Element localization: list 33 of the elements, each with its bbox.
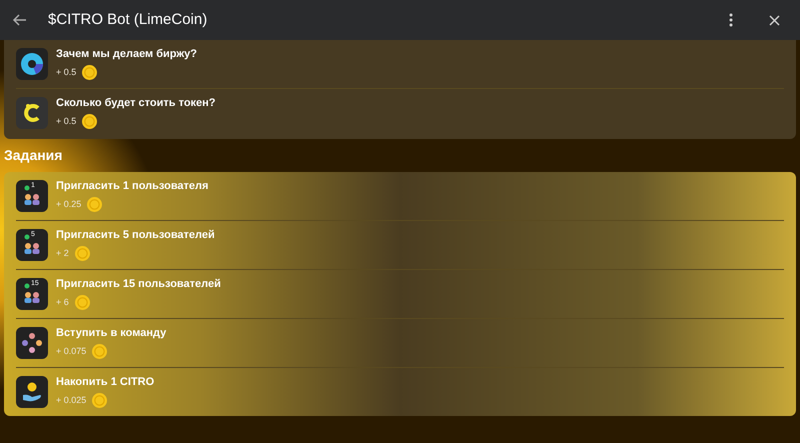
reward-amount: + 6: [56, 296, 69, 309]
invite-people-icon: [16, 229, 48, 261]
coin-icon: [82, 64, 98, 80]
coin-icon: [92, 344, 108, 359]
task-title: Пригласить 15 пользователей: [56, 278, 221, 292]
task-title: Пригласить 5 пользователей: [56, 229, 215, 243]
reward-amount: + 0.025: [56, 394, 86, 407]
coin-icon: [82, 114, 98, 129]
task-title: Пригласить 1 пользователя: [56, 180, 208, 194]
invite-people-icon: [16, 180, 48, 212]
reward-amount: + 0.075: [56, 344, 86, 358]
task-title: Сколько будет стоить токен?: [56, 97, 216, 111]
coin-in-hand-icon: [16, 376, 48, 408]
coin-icon: [74, 294, 90, 310]
reward-amount: + 0.5: [56, 66, 76, 79]
invite-people-icon: [16, 278, 48, 310]
reward-amount: + 0.5: [56, 114, 76, 128]
task-title: Вступить в команду: [56, 327, 166, 341]
task-title: Зачем мы делаем биржу?: [56, 48, 198, 62]
team-icon: [16, 327, 48, 359]
section-title: Задания: [4, 146, 64, 165]
letter-c-logo-icon: [16, 97, 48, 129]
coin-icon: [87, 196, 102, 212]
coin-icon: [92, 392, 108, 408]
close-icon[interactable]: [769, 14, 780, 26]
back-arrow-icon[interactable]: [12, 12, 28, 28]
window-title: $CITRO Bot (LimeCoin): [48, 10, 208, 30]
task-title: Накопить 1 CITRO: [56, 376, 154, 390]
coin-icon: [74, 246, 90, 261]
reward-amount: + 2: [56, 246, 69, 260]
more-options-icon[interactable]: [729, 13, 733, 27]
donut-logo-icon: [16, 48, 48, 80]
reward-amount: + 0.25: [56, 198, 82, 211]
